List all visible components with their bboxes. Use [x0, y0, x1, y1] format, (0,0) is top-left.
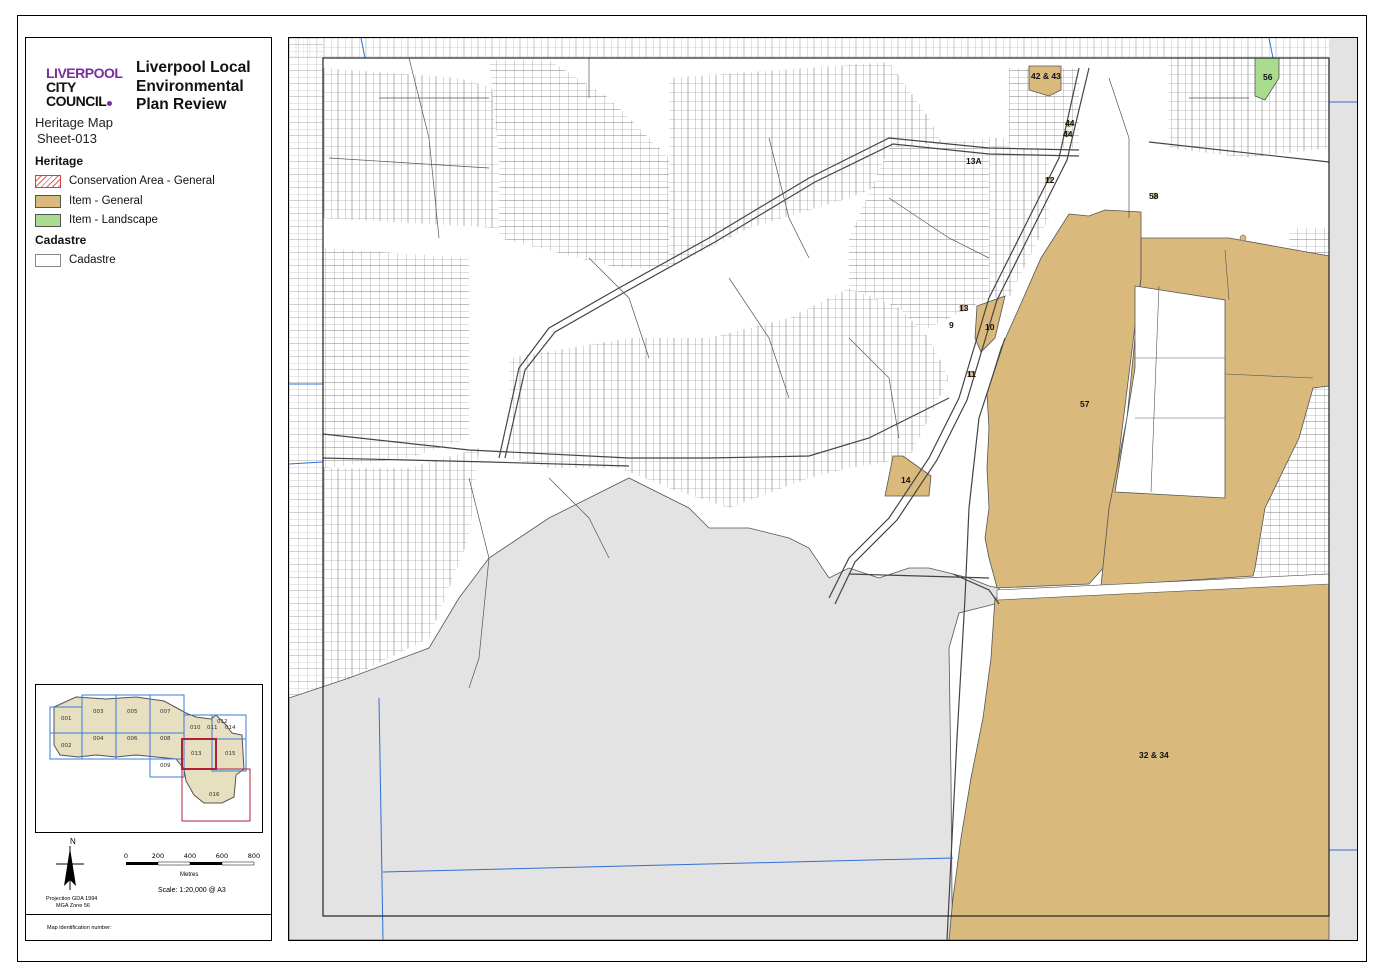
- sheet-label: 013: [191, 751, 202, 757]
- map-label: 10: [985, 322, 995, 332]
- logo-dot-icon: [107, 101, 113, 106]
- projection-line-2: MGA Zone 56: [56, 903, 90, 909]
- plan-title-line-2: Environmental: [136, 77, 244, 95]
- scale-bar: 0 200 400 600 800: [124, 852, 260, 866]
- sheet-label: 008: [160, 736, 171, 742]
- map-label: 13: [959, 303, 969, 313]
- parcels-north-edge: [289, 38, 1357, 58]
- sheet-label: 016: [209, 792, 220, 798]
- map-name: Heritage Map: [35, 115, 114, 130]
- scale-tick-label: 0: [124, 852, 128, 860]
- sheet-id: Sheet-013: [37, 131, 97, 146]
- legend-item-general: Item - General: [35, 193, 143, 209]
- scale-text: Scale: 1:20,000 @ A3: [158, 887, 226, 894]
- hatch-swatch-icon: [35, 174, 61, 188]
- map-label: 11: [967, 369, 976, 379]
- legend-item-conservation-area: Conservation Area - General: [35, 173, 215, 189]
- sheet-label: 010: [190, 725, 201, 731]
- legend-panel: LIVERPOOL CITY COUNCIL Liverpool Local E…: [25, 37, 272, 941]
- logo-line-1: LIVERPOOL: [46, 65, 123, 81]
- scale-tick-label: 400: [184, 852, 196, 860]
- map-label: 44: [1065, 118, 1075, 128]
- heritage-heading: Heritage: [35, 154, 84, 168]
- legend-item-landscape: Item - Landscape: [35, 212, 158, 228]
- fill-swatch-icon: [35, 194, 61, 208]
- sheet-label: 002: [61, 743, 72, 749]
- legend-label: Conservation Area - General: [69, 175, 215, 187]
- sheet-label: 015: [225, 751, 236, 757]
- legend-label: Item - Landscape: [69, 214, 158, 226]
- projection-line-1: Projection GDA 1994: [46, 896, 98, 902]
- scale-unit: Metres: [180, 872, 199, 878]
- plan-title-line-3: Plan Review: [136, 96, 227, 113]
- scale-tick-label: 200: [152, 852, 164, 860]
- legend-item-cadastre: Cadastre: [35, 252, 116, 268]
- map-label: 12: [1045, 175, 1055, 185]
- sheet-label: 007: [160, 709, 171, 715]
- outline-swatch-icon: [35, 253, 61, 267]
- map-id-note: Map identification number:: [47, 925, 112, 931]
- map-label: 58: [1149, 191, 1159, 201]
- sheet-label: 001: [61, 716, 72, 722]
- sheet-label: 005: [127, 709, 138, 715]
- overview-map: 001 002 003 004 005 006 007 008 009 010 …: [35, 684, 263, 833]
- map-label: 13A: [966, 156, 982, 166]
- legend-label: Item - General: [69, 195, 143, 207]
- legend-divider: [26, 914, 271, 915]
- sheet-label: 014: [225, 725, 236, 731]
- map-label: 32 & 34: [1139, 750, 1169, 760]
- sheet-label: 009: [160, 763, 171, 769]
- legend-label: Cadastre: [69, 254, 116, 266]
- map-label: 9: [949, 320, 954, 330]
- map-label: 44: [1063, 129, 1073, 139]
- sheet-label: 011: [207, 725, 218, 731]
- cadastre-heading: Cadastre: [35, 233, 87, 247]
- logo-line-2: CITY: [46, 79, 76, 95]
- map-label: 57: [1080, 399, 1090, 409]
- sheet-label: 003: [93, 709, 104, 715]
- map-label: 42 & 43: [1031, 71, 1061, 81]
- sheet-label: 004: [93, 736, 104, 742]
- sheet-label: 006: [127, 736, 138, 742]
- north-label: N: [70, 837, 76, 846]
- map-label: 56: [1263, 72, 1273, 82]
- plan-title-line-1: Liverpool Local: [136, 59, 251, 76]
- map-label: 14: [901, 475, 911, 485]
- main-map: 42 & 43 56 44 44 13A 12 58 13 9 10 11 57…: [288, 37, 1358, 941]
- council-logo: LIVERPOOL CITY COUNCIL: [46, 65, 123, 109]
- fill-swatch-icon: [35, 213, 61, 227]
- plan-title: Liverpool Local Environmental Plan Revie…: [136, 59, 266, 115]
- scale-tick-label: 800: [248, 852, 260, 860]
- scale-tick-label: 600: [216, 852, 228, 860]
- logo-line-3: COUNCIL: [46, 93, 107, 109]
- outside-east-edge: [1329, 38, 1357, 940]
